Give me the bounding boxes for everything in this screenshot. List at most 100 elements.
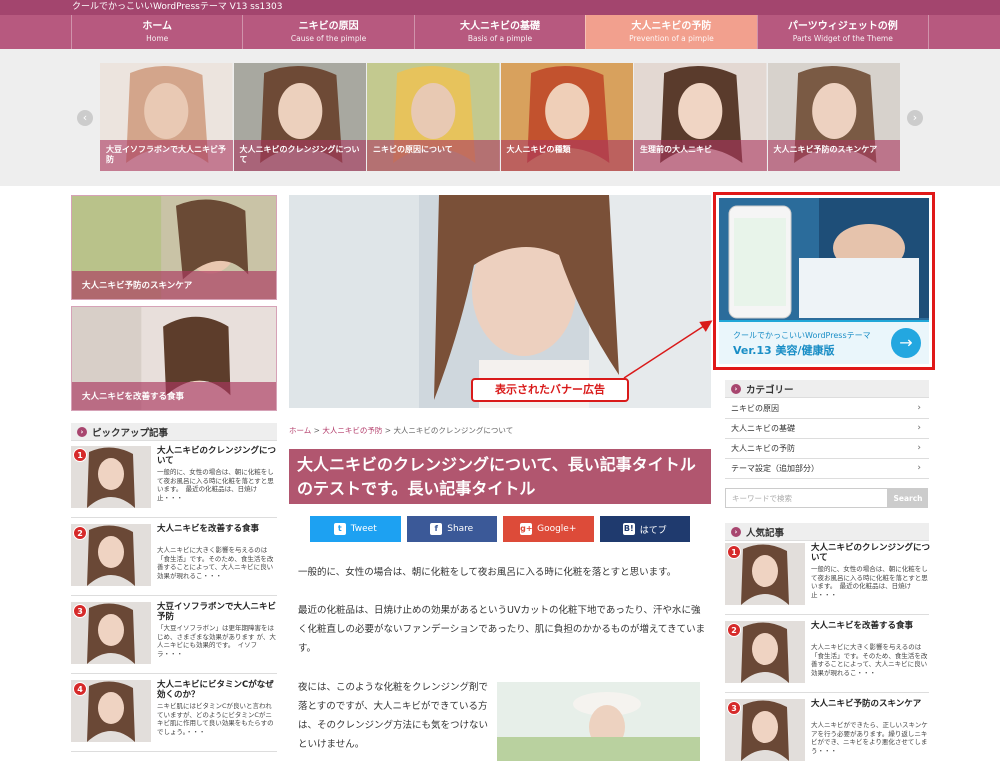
left-banner-2[interactable]: 大人ニキビを改善する食事 — [71, 306, 277, 411]
chevron-right-icon: › — [917, 403, 921, 413]
nav-sublabel: Parts Widget of the Theme — [792, 34, 893, 43]
list-item[interactable]: 1 大人ニキビのクレンジングについて 一般的に、女性の場合は、朝に化粧をして夜お… — [725, 543, 931, 615]
chevron-left-icon[interactable]: ‹ — [77, 110, 93, 126]
item-title[interactable]: 大人ニキビを改善する食事 — [811, 621, 931, 631]
thumbnail: 2 — [725, 621, 805, 683]
thumbnail: 1 — [71, 446, 151, 508]
article-title: 大人ニキビのクレンジングについて、長い記事タイトルのテストです。長い記事タイトル — [289, 449, 711, 504]
search-button[interactable]: Search — [888, 488, 928, 508]
item-title[interactable]: 大人ニキビにビタミンCがなぜ効くのか？ — [157, 680, 277, 700]
slide-2[interactable]: 大人ニキビのクレンジングについて — [233, 63, 366, 171]
callout-arrow — [623, 320, 713, 379]
search-input[interactable] — [725, 488, 888, 508]
list-item[interactable]: 3 大豆イソフラボンで大人ニキビ予防 「大豆イソフラボン」は更年期障害をはじめ、… — [71, 602, 277, 674]
nav-item-3[interactable]: 大人ニキビの予防 Prevention of a pimple — [585, 15, 757, 49]
item-excerpt: 大人ニキビができたら、正しいスキンケアを行う必要があります。繰り返しニキビができ… — [811, 721, 928, 755]
breadcrumb-home[interactable]: ホーム — [289, 426, 311, 435]
share-buttons: t Tweet f Share g+ Google+ B! はてブ — [310, 516, 690, 542]
banner-ad-callout: 表示されたバナー広告 — [471, 378, 629, 402]
category-item[interactable]: ニキビの原因 › — [725, 399, 929, 419]
slide-caption: ニキビの原因について — [367, 140, 500, 171]
featured-slider: ‹ 大豆イソフラボンで大人ニキビ予防 大人ニキビのクレンジングについて ニキビの… — [0, 49, 1000, 186]
list-item[interactable]: 1 大人ニキビのクレンジングについて 一般的に、女性の場合は、朝に化粧をして夜お… — [71, 446, 277, 518]
thumbnail: 3 — [71, 602, 151, 664]
banner-caption: 大人ニキビを改善する食事 — [72, 382, 276, 410]
chevron-right-icon: › — [731, 526, 741, 537]
nav-sublabel: Basis of a pimple — [467, 34, 533, 43]
thumbnail: 4 — [71, 680, 151, 742]
share-button-0[interactable]: t Tweet — [310, 516, 401, 542]
thumbnail: 2 — [71, 524, 151, 586]
slide-caption: 大人ニキビの種類 — [500, 140, 633, 171]
nav-label: ホーム — [142, 21, 173, 32]
item-excerpt: 「大豆イソフラボン」は更年期障害をはじめ、さまざまな効果があります が、大人ニキ… — [157, 624, 276, 658]
category-label: 大人ニキビの予防 — [731, 444, 795, 453]
rank-number: 3 — [73, 604, 87, 618]
list-item[interactable]: 2 大人ニキビを改善する食事 大人ニキビに大きく影響を与えるのは「食生活」です。… — [71, 524, 277, 596]
item-excerpt: 一般的に、女性の場合は、朝に化粧をして夜お風呂に入る時に化粧を落とすと思います。… — [157, 468, 274, 502]
article-paragraph: 夜には、このような化粧をクレンジング剤で落とすのですが、大人ニキビができている方… — [298, 682, 489, 750]
nav-label: 大人ニキビの基礎 — [460, 21, 541, 32]
list-item[interactable]: 3 大人ニキビ予防のスキンケア 大人ニキビができたら、正しいスキンケアを行う必要… — [725, 699, 929, 761]
chevron-right-icon: › — [731, 383, 741, 394]
item-excerpt: 大人ニキビに大きく影響を与えるのは「食生活」です。そのため、食生活を改善すること… — [811, 643, 928, 677]
global-nav: ホーム Home ニキビの原因 Cause of the pimple 大人ニキビの… — [0, 15, 1000, 49]
nav-item-1[interactable]: ニキビの原因 Cause of the pimple — [242, 15, 413, 49]
share-label: Google+ — [537, 524, 577, 534]
category-item[interactable]: 大人ニキビの基礎 › — [725, 419, 929, 439]
breadcrumb-sep: > — [313, 426, 320, 435]
share-label: Tweet — [350, 524, 377, 534]
arrow-right-icon[interactable]: → — [891, 328, 921, 358]
popular-heading: › 人気記事 — [725, 523, 929, 541]
item-title[interactable]: 大人ニキビを改善する食事 — [157, 524, 277, 534]
nav-sublabel: Cause of the pimple — [290, 34, 367, 43]
hatena-icon: B! — [622, 523, 635, 535]
share-button-2[interactable]: g+ Google+ — [503, 516, 594, 542]
item-title[interactable]: 大人ニキビ予防のスキンケア — [811, 699, 931, 709]
banner-ad-link[interactable]: クールでかっこいいWordPressテーマ Ver.13 美容/健康版 → — [719, 198, 929, 364]
slide-1[interactable]: 大豆イソフラボンで大人ニキビ予防 — [100, 63, 233, 171]
pickup-heading: › ピックアップ記事 — [71, 423, 277, 441]
rank-number: 1 — [73, 448, 87, 462]
breadcrumb-current: 大人ニキビのクレンジングについて — [393, 426, 514, 435]
category-list: ニキビの原因 › 大人ニキビの基礎 › 大人ニキビの予防 › テーマ設定（追加部分） … — [725, 399, 929, 479]
category-label: ニキビの原因 — [731, 404, 779, 413]
nav-label: 大人ニキビの予防 — [631, 21, 712, 32]
slide-4[interactable]: 大人ニキビの種類 — [500, 63, 633, 171]
article-image — [497, 682, 700, 761]
slide-5[interactable]: 生理前の大人ニキビ — [634, 63, 767, 171]
category-item[interactable]: 大人ニキビの予防 › — [725, 439, 929, 459]
site-title[interactable]: クールでかっこいいWordPressテーマ V13 ss1303 — [72, 2, 282, 13]
item-title[interactable]: 大豆イソフラボンで大人ニキビ予防 — [157, 602, 277, 622]
breadcrumb-sep: > — [384, 426, 392, 435]
left-banner-1[interactable]: 大人ニキビ予防のスキンケア — [71, 195, 277, 300]
article-photo — [497, 682, 700, 761]
ad-line-1: クールでかっこいいWordPressテーマ — [733, 331, 871, 340]
banner-ad: クールでかっこいいWordPressテーマ Ver.13 美容/健康版 → — [713, 192, 935, 370]
share-button-3[interactable]: B! はてブ — [599, 516, 690, 542]
share-label: はてブ — [639, 525, 667, 536]
chevron-right-icon: › — [917, 423, 921, 433]
category-item[interactable]: テーマ設定（追加部分） › — [725, 459, 929, 479]
nav-sublabel: Prevention of a pimple — [629, 34, 714, 43]
nav-item-2[interactable]: 大人ニキビの基礎 Basis of a pimple — [413, 15, 585, 49]
slide-caption: 大豆イソフラボンで大人ニキビ予防 — [100, 140, 233, 171]
chevron-right-icon[interactable]: › — [907, 110, 923, 126]
share-label: Share — [447, 524, 474, 534]
item-title[interactable]: 大人ニキビのクレンジングについて — [811, 543, 931, 563]
list-item[interactable]: 2 大人ニキビを改善する食事 大人ニキビに大きく影響を与えるのは「食生活」です。… — [725, 621, 929, 693]
item-title[interactable]: 大人ニキビのクレンジングについて — [157, 446, 277, 466]
breadcrumb-category[interactable]: 大人ニキビの予防 — [322, 426, 382, 435]
slide-3[interactable]: ニキビの原因について — [367, 63, 500, 171]
category-heading-label: カテゴリー — [746, 384, 794, 396]
slide-6[interactable]: 大人ニキビ予防のスキンケア — [767, 63, 900, 171]
list-item[interactable]: 4 大人ニキビにビタミンCがなぜ効くのか？ ニキビ肌にはビタミンCが良いと言われ… — [71, 680, 277, 752]
nav-item-0[interactable]: ホーム Home — [71, 15, 242, 49]
nav-item-4[interactable]: パーツウィジェットの例 Parts Widget of the Theme — [756, 15, 930, 49]
share-button-1[interactable]: f Share — [406, 516, 497, 542]
twitter-icon: t — [333, 523, 346, 535]
nav-sublabel: Home — [146, 34, 169, 43]
slide-caption: 大人ニキビ予防のスキンケア — [767, 140, 900, 171]
chevron-right-icon: › — [77, 426, 87, 437]
article-paragraph: 一般的に、女性の場合は、朝に化粧をして夜お風呂に入る時に化粧を落とすと思います。 — [298, 567, 677, 578]
